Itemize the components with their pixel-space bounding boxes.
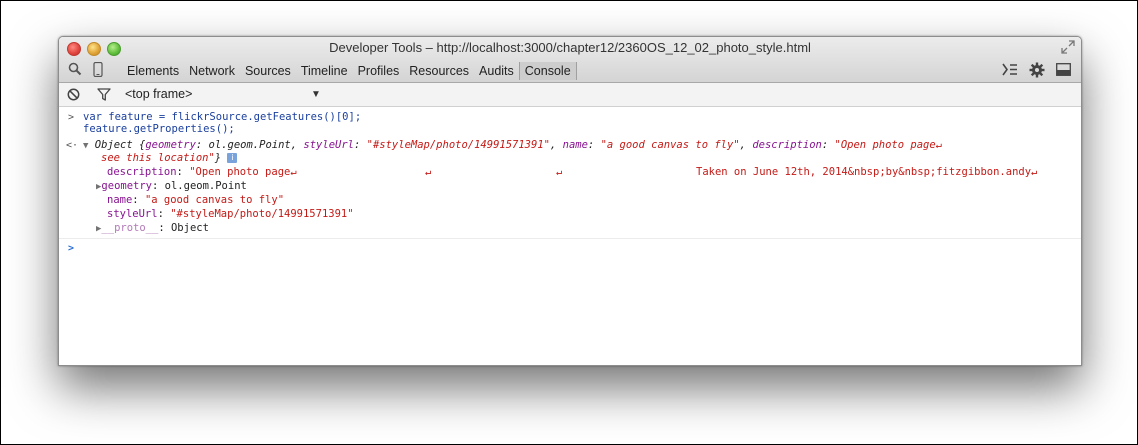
tab-sources[interactable]: Sources (240, 62, 296, 80)
property-description: description: "Open photo page↵ (107, 166, 297, 178)
frame-select[interactable]: <top frame> (125, 87, 192, 101)
drawer-icon[interactable] (1002, 63, 1018, 76)
window-chrome: Developer Tools – http://localhost:3000/… (59, 37, 1081, 83)
window-title: Developer Tools – http://localhost:3000/… (329, 40, 811, 55)
gear-icon[interactable] (1029, 62, 1045, 78)
console-input-line: feature.getProperties(); (83, 123, 235, 135)
result-arrow-icon: <· (66, 140, 79, 151)
device-icon[interactable] (93, 62, 103, 77)
tab-console[interactable]: Console (518, 62, 577, 80)
console-prompt-icon: > (68, 243, 75, 254)
tab-network[interactable]: Network (184, 62, 240, 80)
property-description-tail: Taken on June 12th, 2014&nbsp;by&nbsp;fi… (696, 166, 1038, 178)
panel-tabs: Elements Network Sources Timeline Profil… (122, 62, 577, 80)
console-toolbar: <top frame> ▼ (59, 83, 1081, 107)
devtools-toolbar: Elements Network Sources Timeline Profil… (59, 59, 1081, 82)
search-icon[interactable] (68, 62, 82, 76)
tab-timeline[interactable]: Timeline (296, 62, 353, 80)
console-log[interactable]: > var feature = flickrSource.getFeatures… (59, 107, 1081, 365)
tab-elements[interactable]: Elements (122, 62, 184, 80)
input-prompt-icon: > (68, 112, 75, 123)
title-bar[interactable]: Developer Tools – http://localhost:3000/… (59, 37, 1081, 59)
devtools-window: Developer Tools – http://localhost:3000/… (58, 36, 1082, 366)
property-styleurl: styleUrl: "#styleMap/photo/14991571391" (107, 208, 354, 220)
clear-icon[interactable] (67, 88, 80, 101)
info-icon[interactable]: i (227, 153, 238, 163)
object-summary-continued: see this location"} i (101, 152, 238, 165)
chevron-down-icon[interactable]: ▼ (311, 89, 321, 100)
filter-icon[interactable] (97, 88, 111, 101)
log-separator (59, 238, 1081, 239)
console-input[interactable] (83, 242, 1063, 255)
property-proto[interactable]: ▶__proto__: Object (96, 222, 209, 236)
tab-audits[interactable]: Audits (474, 62, 519, 80)
tab-resources[interactable]: Resources (404, 62, 474, 80)
dock-icon[interactable] (1056, 63, 1071, 76)
newline-glyph: ↵ (425, 166, 432, 178)
property-geometry[interactable]: ▶geometry: ol.geom.Point (96, 180, 247, 194)
expand-triangle-icon[interactable]: ▼ (83, 141, 88, 151)
tab-profiles[interactable]: Profiles (353, 62, 405, 80)
newline-glyph: ↵ (556, 166, 563, 178)
property-name: name: "a good canvas to fly" (107, 194, 285, 206)
object-summary[interactable]: ▼ Object {geometry: ol.geom.Point, style… (83, 139, 942, 153)
fullscreen-icon[interactable] (1061, 40, 1075, 54)
